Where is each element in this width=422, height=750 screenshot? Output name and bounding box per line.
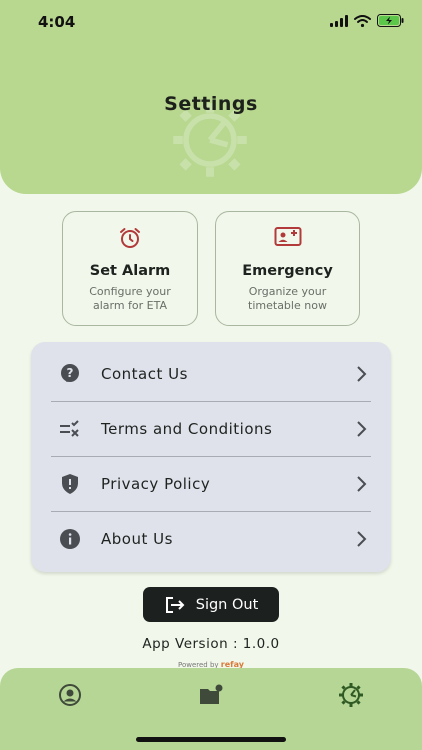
menu-item-label: About Us	[101, 529, 173, 548]
tab-profile[interactable]	[50, 680, 90, 710]
bottom-tab-bar	[0, 668, 422, 750]
status-time: 4:04	[38, 13, 76, 31]
emergency-subtitle: Organize your timetable now	[248, 285, 327, 312]
battery-icon	[377, 14, 404, 27]
home-indicator	[136, 737, 286, 742]
info-icon	[51, 528, 89, 550]
set-alarm-subtitle: Configure your alarm for ETA	[89, 285, 171, 312]
menu-item-label: Terms and Conditions	[101, 419, 273, 438]
sign-out-button[interactable]: Sign Out	[143, 587, 279, 622]
signal-icon	[330, 14, 348, 27]
shield-icon	[51, 473, 89, 495]
checklist-icon	[51, 419, 89, 439]
chevron-right-icon	[357, 530, 367, 547]
alarm-clock-icon	[120, 228, 140, 248]
emergency-card[interactable]: Emergency Organize your timetable now	[215, 211, 360, 326]
tab-folder[interactable]	[191, 680, 231, 710]
menu-item-contact-us[interactable]: ? Contact Us	[51, 346, 371, 401]
sign-out-label: Sign Out	[195, 596, 259, 613]
chevron-right-icon	[357, 420, 367, 437]
logout-icon	[165, 596, 185, 613]
menu-item-terms[interactable]: Terms and Conditions	[51, 401, 371, 456]
folder-icon	[200, 684, 223, 704]
menu-item-label: Privacy Policy	[101, 474, 211, 493]
chevron-right-icon	[357, 365, 367, 382]
settings-gear-icon	[339, 683, 363, 707]
page-title: Settings	[164, 93, 258, 115]
status-bar: 4:04	[0, 0, 422, 44]
tab-settings[interactable]	[331, 680, 371, 710]
menu-item-label: Contact Us	[101, 364, 188, 383]
wifi-icon	[354, 14, 371, 27]
set-alarm-title: Set Alarm	[89, 263, 171, 279]
menu-item-privacy-policy[interactable]: Privacy Policy	[51, 456, 371, 511]
emergency-title: Emergency	[242, 263, 333, 279]
menu-item-about-us[interactable]: About Us	[51, 511, 371, 566]
app-version: App Version : 1.0.0	[142, 636, 280, 652]
profile-icon	[59, 684, 81, 706]
svg-text:?: ?	[67, 366, 74, 380]
help-circle-icon: ?	[51, 363, 89, 385]
settings-menu: ? Contact Us Terms and Conditions Privac…	[31, 342, 391, 572]
set-alarm-card[interactable]: Set Alarm Configure your alarm for ETA	[62, 211, 198, 326]
status-icons	[330, 14, 404, 27]
chevron-right-icon	[357, 475, 367, 492]
id-card-icon	[274, 227, 301, 246]
